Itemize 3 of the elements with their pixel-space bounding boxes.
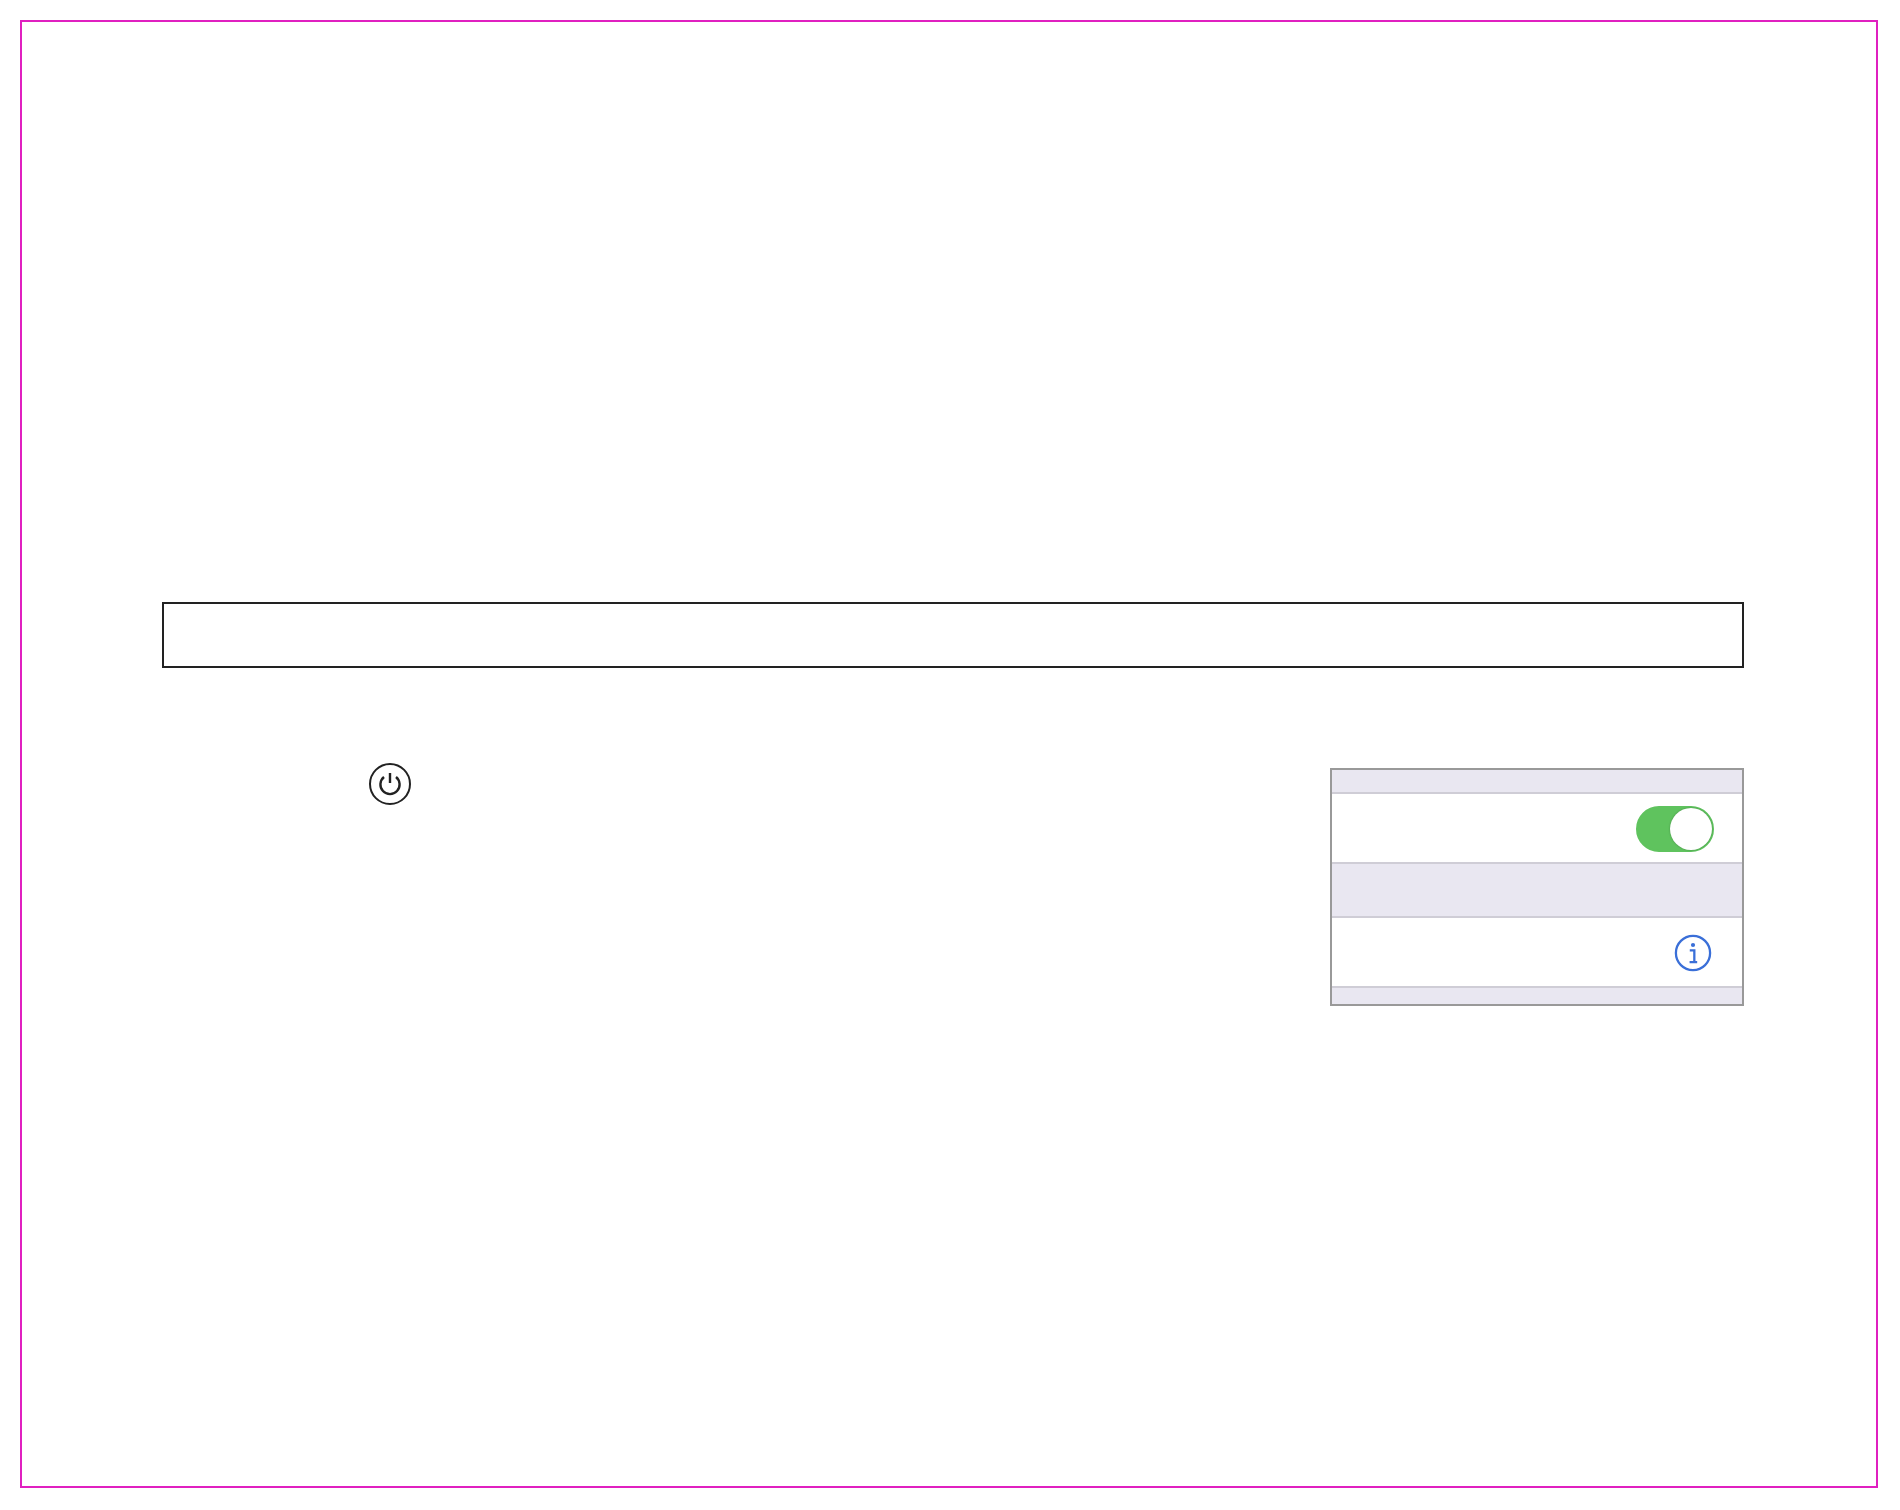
power-icon [368,762,412,806]
info-icon[interactable] [1674,933,1712,971]
toggle-switch[interactable] [1636,805,1714,851]
